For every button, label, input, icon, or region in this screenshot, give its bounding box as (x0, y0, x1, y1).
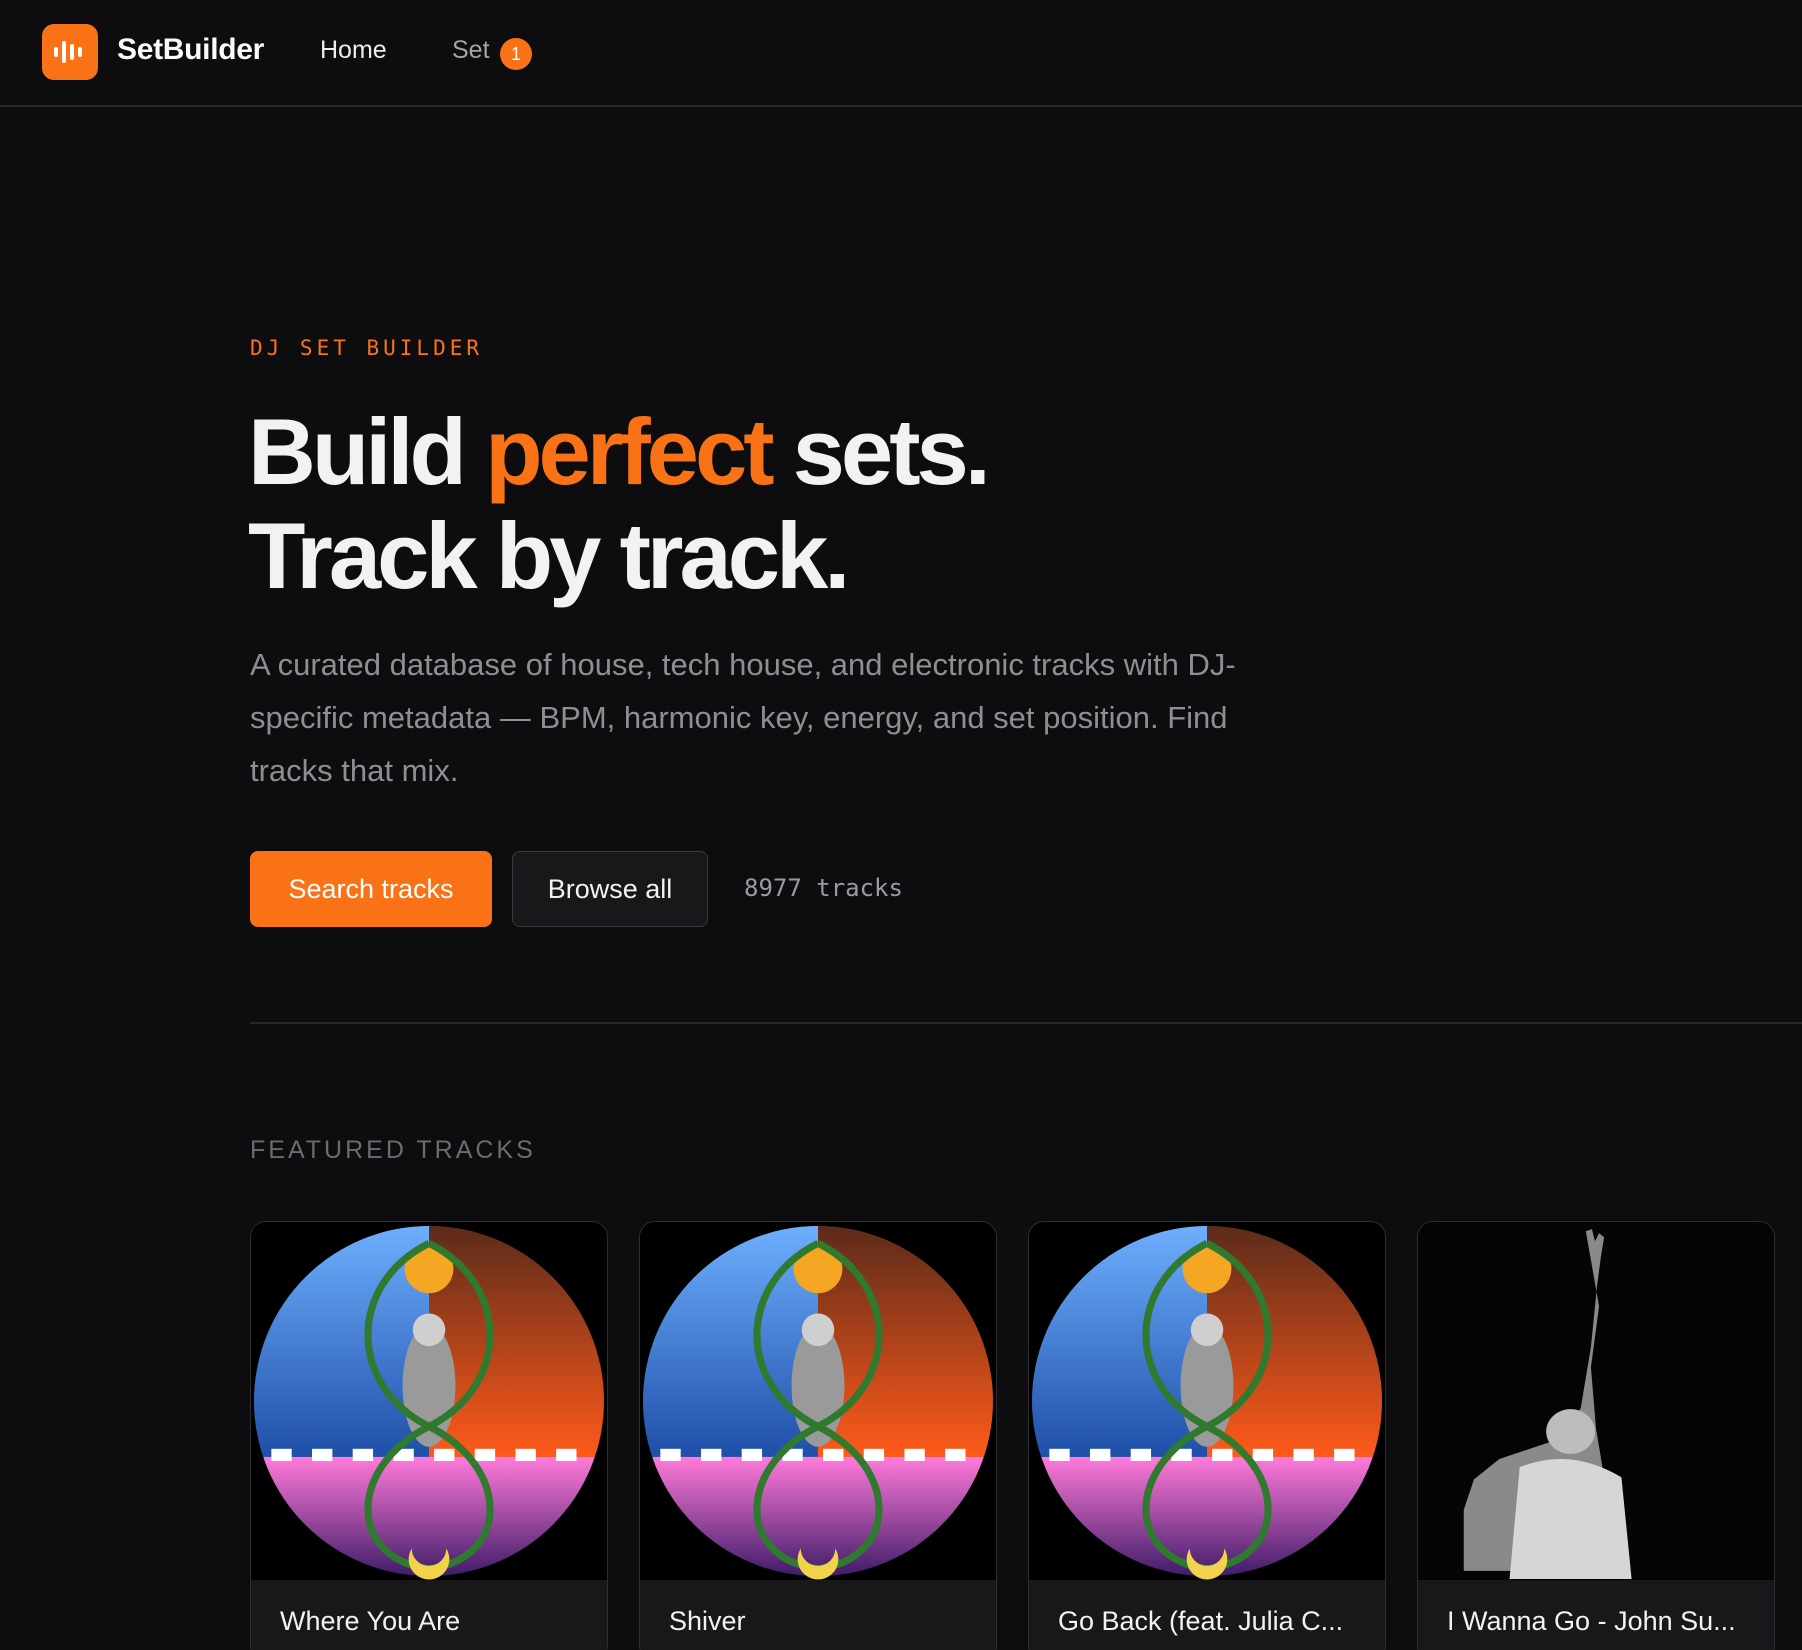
hero-headline: Build perfect sets. Track by track. (248, 399, 991, 608)
headline-line-1: Build perfect sets. (248, 399, 991, 504)
featured-section-title: FEATURED TRACKS (250, 1136, 536, 1164)
track-title[interactable]: Where You Are (280, 1606, 580, 1637)
hero-description: A curated database of house, tech house,… (250, 647, 1236, 788)
mandala-artwork-icon (251, 1222, 607, 1580)
monochrome-photo-icon (1418, 1222, 1774, 1580)
logo-waveform-icon[interactable] (42, 24, 98, 80)
headline-post: sets. (770, 399, 991, 504)
track-card[interactable]: Go Back (feat. Julia C... (1028, 1221, 1386, 1650)
headline-pre: Build (248, 399, 486, 504)
top-nav: SetBuilder Home Set 1 (0, 0, 1802, 107)
set-count-badge: 1 (500, 38, 532, 70)
nav-home-link[interactable]: Home (320, 36, 387, 65)
track-title[interactable]: I Wanna Go - John Su... (1447, 1606, 1747, 1637)
track-card[interactable]: I Wanna Go - John Su... (1417, 1221, 1775, 1650)
search-tracks-button[interactable]: Search tracks (250, 851, 492, 927)
track-title[interactable]: Go Back (feat. Julia C... (1058, 1606, 1358, 1637)
track-card[interactable]: Where You Are (250, 1221, 608, 1650)
mandala-artwork-icon (640, 1222, 996, 1580)
headline-accent: perfect (485, 399, 774, 504)
mandala-artwork-icon (1029, 1222, 1385, 1580)
track-card[interactable]: Shiver (639, 1221, 997, 1650)
nav-set-link[interactable]: Set (452, 36, 490, 65)
browse-all-button[interactable]: Browse all (512, 851, 708, 927)
track-title[interactable]: Shiver (669, 1606, 969, 1637)
section-divider (250, 1022, 1802, 1024)
track-count: 8977 tracks (744, 874, 903, 902)
brand-name[interactable]: SetBuilder (117, 33, 264, 67)
headline-line-2: Track by track. (248, 503, 850, 608)
hero-eyebrow: DJ SET BUILDER (250, 336, 484, 360)
